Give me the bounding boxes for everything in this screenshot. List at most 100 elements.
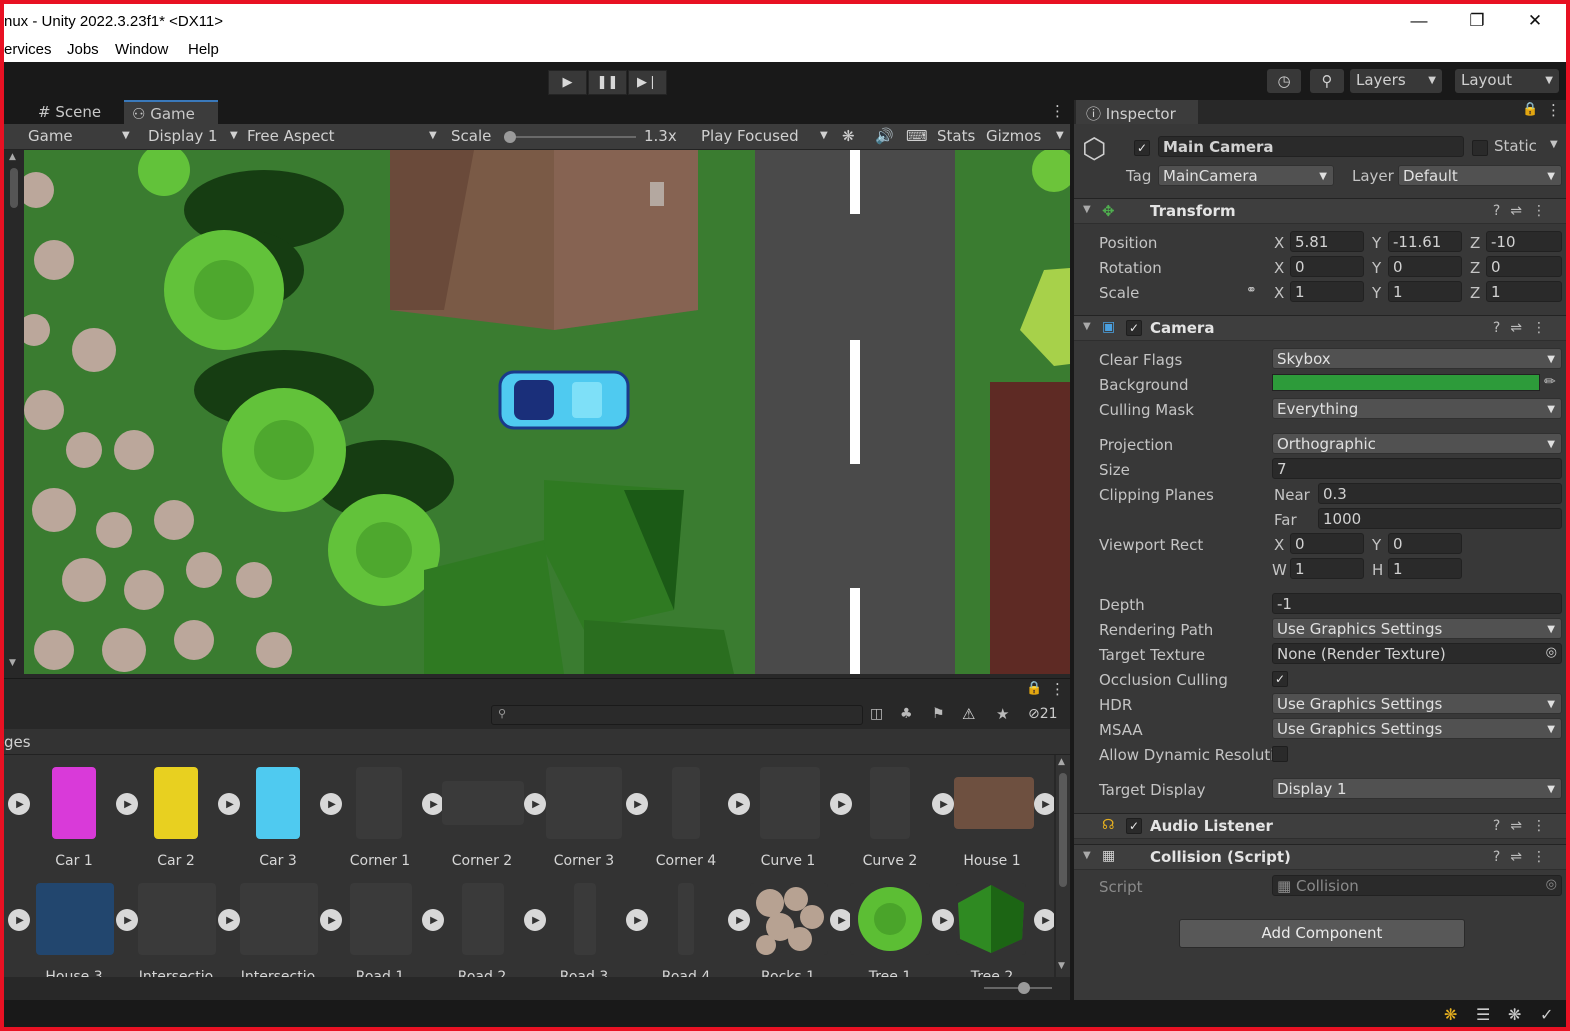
viewport-x-field[interactable]: 0 [1290,533,1364,554]
display-dropdown[interactable]: Display 1 [148,127,218,145]
stats-button[interactable]: Stats [937,127,975,145]
target-display-dropdown[interactable]: Display 1 ▼ [1272,778,1562,799]
layers-dropdown[interactable]: Layers ▼ [1350,69,1442,93]
msaa-dropdown[interactable]: Use Graphics Settings ▼ [1272,718,1562,739]
occlusion-culling-checkbox[interactable]: ✓ [1272,671,1288,687]
eyedropper-icon[interactable]: ✏ [1544,374,1556,390]
rotation-x-field[interactable]: 0 [1290,256,1364,277]
rendering-path-dropdown[interactable]: Use Graphics Settings ▼ [1272,618,1562,639]
favorite-star-icon[interactable]: ★ [996,705,1009,723]
menu-jobs[interactable]: Jobs [67,41,99,58]
step-button[interactable]: ▶❘ [628,70,667,95]
close-icon[interactable]: ✕ [1506,4,1564,38]
rotation-z-field[interactable]: 0 [1486,256,1562,277]
active-checkbox[interactable]: ✓ [1134,140,1150,156]
play-icon[interactable]: ▶ [8,909,30,931]
static-dropdown-icon[interactable]: ▼ [1550,139,1558,150]
menu-services[interactable]: ervices [4,41,52,58]
status-check-icon[interactable]: ✓ [1540,1005,1553,1024]
play-icon[interactable]: ▶ [524,909,546,931]
game-vertical-scrollbar[interactable]: ▲ ▼ [4,150,24,674]
play-icon[interactable]: ▶ [932,793,954,815]
play-icon[interactable]: ▶ [8,793,30,815]
depth-field[interactable]: -1 [1272,593,1562,614]
play-icon[interactable]: ▶ [1034,909,1054,931]
lock-icon[interactable]: 🔒 [1026,681,1042,696]
position-x-field[interactable]: 5.81 [1290,231,1364,252]
foldout-arrow-icon[interactable]: ▼ [1083,850,1091,861]
filter-type-icon[interactable]: ♣ [900,706,913,722]
play-icon[interactable]: ▶ [830,793,852,815]
progress-icon[interactable]: ❋ [1444,1005,1457,1024]
play-icon[interactable]: ▶ [116,793,138,815]
size-field[interactable]: 7 [1272,458,1562,479]
rotation-y-field[interactable]: 0 [1388,256,1462,277]
component-header-icons[interactable]: ?⇌⋮ [1493,203,1556,219]
warning-icon[interactable]: ⚠ [962,705,975,723]
dynamic-resolution-checkbox[interactable] [1272,746,1288,762]
more-options-icon[interactable]: ⋮ [1546,101,1561,119]
static-checkbox[interactable] [1472,140,1488,156]
tag-dropdown[interactable]: MainCamera ▼ [1158,165,1334,186]
keyboard-icon[interactable]: ⌨ [906,127,928,145]
play-icon[interactable]: ▶ [116,909,138,931]
play-icon[interactable]: ▶ [1034,793,1054,815]
position-z-field[interactable]: -10 [1486,231,1562,252]
play-icon[interactable]: ▶ [422,909,444,931]
game-mode-dropdown[interactable]: Game [28,127,73,145]
viewport-w-field[interactable]: 1 [1290,558,1364,579]
play-icon[interactable]: ▶ [524,793,546,815]
tab-scene[interactable]: # Scene [30,100,109,124]
component-header-icons[interactable]: ?⇌⋮ [1493,818,1556,834]
menu-help[interactable]: Help [188,41,219,58]
play-icon[interactable]: ▶ [626,793,648,815]
play-icon[interactable]: ▶ [218,793,240,815]
lock-icon[interactable]: 🔒 [1522,102,1538,117]
clear-flags-dropdown[interactable]: Skybox ▼ [1272,348,1562,369]
add-component-button[interactable]: Add Component [1179,919,1465,948]
camera-enabled-checkbox[interactable]: ✓ [1126,320,1142,336]
camera-header[interactable]: ▼ ▣ ✓ Camera ?⇌⋮ [1074,315,1566,341]
object-picker-icon[interactable]: ◎ [1546,645,1557,660]
play-icon[interactable]: ▶ [422,793,444,815]
viewport-y-field[interactable]: 0 [1388,533,1462,554]
audio-icon[interactable]: 🔊 [875,127,894,145]
near-field[interactable]: 0.3 [1318,483,1562,504]
project-search-input[interactable]: ⚲ [491,705,863,725]
play-mode-dropdown[interactable]: Play Focused [701,127,799,145]
thumbnail-size-thumb[interactable] [1018,982,1030,994]
bug-icon[interactable]: ❋ [842,127,855,145]
projection-dropdown[interactable]: Orthographic ▼ [1272,433,1562,454]
aspect-dropdown[interactable]: Free Aspect [247,127,335,145]
background-color-swatch[interactable] [1272,374,1540,391]
history-icon[interactable]: ◷ [1267,69,1301,93]
minimize-icon[interactable]: — [1390,4,1448,38]
play-icon[interactable]: ▶ [626,909,648,931]
more-options-icon[interactable]: ⋮ [1050,680,1065,698]
tab-game[interactable]: ⚇ Game [124,100,218,124]
hidden-count-badge[interactable]: ⊘21 [1028,706,1058,722]
play-icon[interactable]: ▶ [830,909,852,931]
scale-x-field[interactable]: 1 [1290,281,1364,302]
play-button[interactable]: ▶ [548,70,587,95]
search-scope-icon[interactable]: ◫ [870,706,883,722]
project-vertical-scrollbar[interactable]: ▲ ▼ [1056,755,1070,977]
tab-inspector[interactable]: ⓘ Inspector [1076,100,1198,124]
collision-script-header[interactable]: ▼ ▦ Collision (Script) ?⇌⋮ [1074,844,1566,870]
restore-icon[interactable]: ❐ [1448,4,1506,38]
scale-slider[interactable] [504,136,636,138]
constrain-link-icon[interactable]: ⚭ [1246,283,1257,298]
label-icon[interactable]: ⚑ [932,706,945,722]
culling-mask-dropdown[interactable]: Everything ▼ [1272,398,1562,419]
audio-listener-enabled-checkbox[interactable]: ✓ [1126,818,1142,834]
audio-listener-header[interactable]: ☊ ✓ Audio Listener ?⇌⋮ [1074,813,1566,839]
play-icon[interactable]: ▶ [320,793,342,815]
search-icon[interactable]: ⚲ [1310,69,1344,93]
debug-mode-icon[interactable]: ❋ [1508,1005,1521,1024]
pause-button[interactable]: ❚❚ [588,70,627,95]
menu-window[interactable]: Window [115,41,168,58]
scale-z-field[interactable]: 1 [1486,281,1562,302]
transform-header[interactable]: ▼ ✥ Transform ?⇌⋮ [1074,198,1566,224]
game-viewport[interactable] [24,150,1070,674]
play-icon[interactable]: ▶ [728,793,750,815]
